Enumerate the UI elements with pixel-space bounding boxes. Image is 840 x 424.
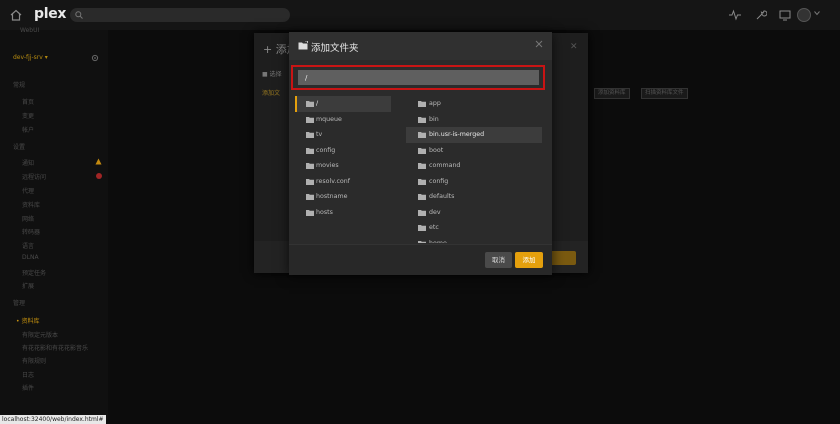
folder-item[interactable]: mqueue [295, 112, 391, 128]
dialog-header: 添加文件夹 [289, 32, 552, 60]
folder-icon [306, 116, 314, 123]
top-bar: plex [0, 0, 840, 30]
folder-icon [418, 194, 426, 200]
folder-item[interactable]: resolv.conf [295, 174, 391, 190]
folder-item[interactable]: tv [295, 127, 391, 143]
sidebar-item-optimized-versions[interactable]: 有限定元版本 [22, 330, 58, 339]
sidebar-section-settings: 设置 [13, 144, 26, 151]
folder-icon [418, 240, 426, 243]
gear-icon[interactable] [91, 54, 99, 62]
warning-icon [95, 158, 102, 165]
path-input[interactable] [298, 70, 539, 85]
sidebar-item-remote-access[interactable]: 远程访问 [22, 172, 46, 181]
path-input-highlight [291, 65, 545, 90]
folder-icon [306, 163, 314, 169]
folder-item[interactable]: home [406, 236, 542, 243]
cancel-button[interactable]: 取消 [485, 252, 512, 268]
cast-icon[interactable] [779, 9, 791, 21]
settings-wrench-icon[interactable] [755, 9, 767, 21]
sidebar-item-logs[interactable]: 日志 [22, 370, 34, 379]
sidebar-item-libraries-active[interactable]: • 资料库 [16, 316, 39, 325]
scan-library-chip[interactable]: 扫描资料库文件 [641, 88, 688, 99]
activity-icon[interactable] [729, 9, 741, 21]
folder-item[interactable]: config [295, 143, 391, 159]
folder-item[interactable]: bin [406, 112, 542, 128]
dialog-title: 添加文件夹 [311, 43, 359, 54]
sidebar-item-dlna[interactable]: DLNA [22, 254, 39, 261]
sidebar-item-languages[interactable]: 语言 [22, 241, 34, 250]
folder-column-right: app bin bin.usr-is-merged boot command c… [406, 96, 542, 243]
sidebar-item-account[interactable]: 帐户 [22, 125, 34, 134]
sidebar-item-webui[interactable]: WebUI [20, 27, 39, 34]
folder-icon [418, 116, 426, 123]
folder-icon [306, 209, 314, 216]
server-selector[interactable]: dev-fjj-srv ▾ [13, 54, 48, 61]
dialog-footer: 取消 添加 [289, 244, 552, 275]
add-folder-step[interactable]: 添加文 [262, 88, 280, 97]
sidebar-item-media-downloads[interactable]: 有花花影和有花花影音乐 [22, 343, 88, 352]
folder-icon [418, 209, 426, 216]
folder-icon [418, 225, 426, 231]
settings-sidebar: WebUI dev-fjj-srv ▾ 常规 首页 变更 帐户 设置 通知 远程… [0, 27, 108, 420]
folder-icon [418, 101, 426, 107]
folder-item[interactable]: config [406, 174, 542, 190]
folder-icon [306, 194, 314, 200]
folder-item[interactable]: bin.usr-is-merged [406, 127, 542, 143]
search-icon [75, 11, 83, 19]
sidebar-item-extras[interactable]: 扩展 [22, 281, 34, 290]
folder-icon [418, 147, 426, 154]
avatar[interactable] [797, 8, 811, 22]
folder-item[interactable]: app [406, 96, 542, 112]
sidebar-item-agents[interactable]: 代理 [22, 186, 34, 195]
status-bar-url: localhost:32400/web/index.html# [0, 415, 106, 424]
folder-item[interactable]: hostname [295, 189, 391, 205]
sidebar-item-network[interactable]: 网络 [22, 214, 34, 223]
folder-icon [298, 41, 308, 50]
folder-item[interactable]: etc [406, 220, 542, 236]
sidebar-item-library[interactable]: 资料库 [22, 200, 40, 209]
sidebar-item-transcoder[interactable]: 转码器 [22, 227, 40, 236]
sidebar-item-home[interactable]: 首页 [22, 97, 34, 106]
sidebar-section-manage: 管理 [13, 300, 26, 307]
add-library-chip[interactable]: 添加资料库 [594, 88, 630, 99]
add-folder-dialog: 添加文件夹 / mqueue tv config [289, 32, 552, 275]
error-dot-icon [96, 173, 102, 179]
folder-icon [418, 163, 426, 169]
folder-item[interactable]: command [406, 158, 542, 174]
folder-icon [418, 178, 426, 185]
folder-item[interactable]: movies [295, 158, 391, 174]
folder-item[interactable]: dev [406, 205, 542, 221]
folder-column-left: / mqueue tv config movies resolv.conf ho… [295, 96, 391, 220]
sidebar-item-notifications[interactable]: 通知 [22, 158, 34, 167]
folder-icon [306, 132, 314, 138]
select-type-step[interactable]: ■ 选择 [262, 69, 282, 78]
folder-item[interactable]: boot [406, 143, 542, 159]
sidebar-item-troubleshooting[interactable]: 有限规则 [22, 356, 46, 365]
home-icon[interactable] [9, 8, 23, 22]
folder-browser: / mqueue tv config movies resolv.conf ho… [295, 96, 545, 243]
chevron-down-icon[interactable] [814, 10, 820, 16]
folder-open-icon [306, 101, 314, 107]
folder-icon [306, 178, 314, 185]
folder-item[interactable]: defaults [406, 189, 542, 205]
plex-logo[interactable]: plex [34, 6, 66, 22]
folder-item[interactable]: hosts [295, 205, 391, 221]
folder-icon [306, 147, 314, 154]
sidebar-item-scheduled-tasks[interactable]: 预定任务 [22, 268, 46, 277]
folder-icon [418, 132, 426, 138]
folder-item[interactable]: / [295, 96, 391, 112]
search-input[interactable] [70, 8, 290, 22]
sidebar-item-plugins[interactable]: 插件 [22, 383, 34, 392]
close-icon[interactable] [535, 40, 543, 48]
add-button[interactable]: 添加 [515, 252, 543, 268]
sidebar-section-general: 常规 [13, 82, 26, 89]
sidebar-item-changes[interactable]: 变更 [22, 111, 34, 120]
close-icon[interactable]: ✕ [570, 42, 578, 52]
